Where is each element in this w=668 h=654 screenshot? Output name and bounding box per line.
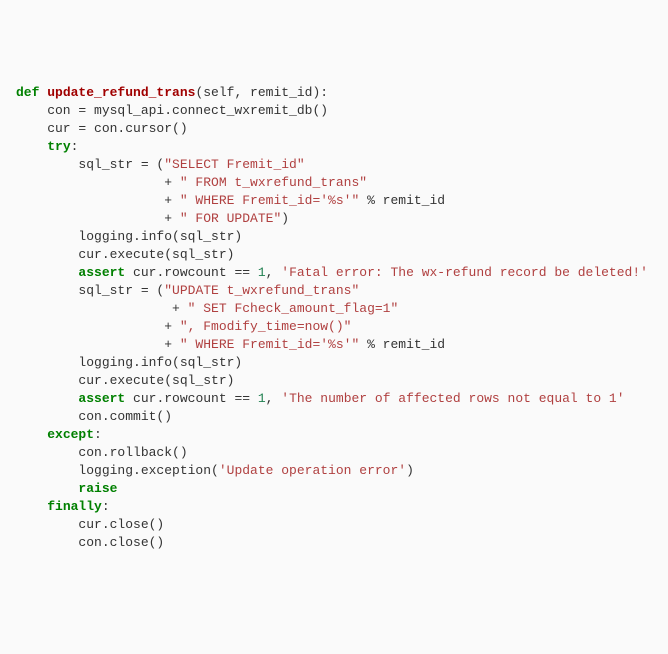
code-line: raise: [16, 480, 652, 498]
code-token: finally: [47, 499, 102, 514]
code-token: con.close(): [16, 535, 164, 550]
code-token: [16, 265, 78, 280]
code-token: +: [16, 193, 180, 208]
code-token: 'The number of affected rows not equal t…: [281, 391, 624, 406]
code-line: + " FROM t_wxrefund_trans": [16, 174, 652, 192]
code-token: 1: [258, 391, 266, 406]
code-line: try:: [16, 138, 652, 156]
code-token: con.commit(): [16, 409, 172, 424]
code-line: con.rollback(): [16, 444, 652, 462]
code-token: update_refund_trans: [47, 85, 195, 100]
code-token: [16, 139, 47, 154]
code-token: sql_str = (: [16, 157, 164, 172]
code-token: logging.info(sql_str): [16, 229, 242, 244]
code-token: :: [102, 499, 110, 514]
code-token: [16, 499, 47, 514]
code-line: finally:: [16, 498, 652, 516]
code-token: " WHERE Fremit_id='%s'": [180, 193, 359, 208]
code-token: % remit_id: [359, 193, 445, 208]
code-token: [16, 391, 78, 406]
code-token: " WHERE Fremit_id='%s'": [180, 337, 359, 352]
code-token: (self, remit_id):: [195, 85, 328, 100]
code-token: ", Fmodify_time=now()": [180, 319, 352, 334]
code-line: + " FOR UPDATE"): [16, 210, 652, 228]
code-token: cur.execute(sql_str): [16, 373, 234, 388]
code-token: try: [47, 139, 70, 154]
code-line: sql_str = ("SELECT Fremit_id": [16, 156, 652, 174]
code-token: cur.rowcount ==: [125, 391, 258, 406]
code-token: ): [281, 211, 289, 226]
code-token: raise: [78, 481, 117, 496]
code-line: logging.info(sql_str): [16, 228, 652, 246]
code-snippet: def update_refund_trans(self, remit_id):…: [16, 84, 652, 552]
code-token: assert: [78, 265, 125, 280]
code-token: "UPDATE t_wxrefund_trans": [164, 283, 359, 298]
code-token: except: [47, 427, 94, 442]
code-token: % remit_id: [359, 337, 445, 352]
code-token: ): [406, 463, 414, 478]
code-token: 'Fatal error: The wx-refund record be de…: [281, 265, 648, 280]
code-token: logging.exception(: [16, 463, 219, 478]
code-token: cur.close(): [16, 517, 164, 532]
code-token: +: [16, 175, 180, 190]
code-token: cur = con.cursor(): [16, 121, 188, 136]
code-token: "SELECT Fremit_id": [164, 157, 304, 172]
code-token: [16, 427, 47, 442]
code-line: con = mysql_api.connect_wxremit_db(): [16, 102, 652, 120]
code-line: + " WHERE Fremit_id='%s'" % remit_id: [16, 192, 652, 210]
code-token: logging.info(sql_str): [16, 355, 242, 370]
code-token: +: [16, 301, 188, 316]
code-line: con.commit(): [16, 408, 652, 426]
code-line: logging.info(sql_str): [16, 354, 652, 372]
code-line: cur.execute(sql_str): [16, 372, 652, 390]
code-line: cur.execute(sql_str): [16, 246, 652, 264]
code-line: cur = con.cursor(): [16, 120, 652, 138]
code-line: logging.exception('Update operation erro…: [16, 462, 652, 480]
code-token: con = mysql_api.connect_wxremit_db(): [16, 103, 328, 118]
code-token: assert: [78, 391, 125, 406]
code-token: ,: [266, 265, 282, 280]
code-line: assert cur.rowcount == 1, 'The number of…: [16, 390, 652, 408]
code-line: + " WHERE Fremit_id='%s'" % remit_id: [16, 336, 652, 354]
code-token: [16, 481, 78, 496]
code-token: :: [71, 139, 79, 154]
code-line: cur.close(): [16, 516, 652, 534]
code-token: con.rollback(): [16, 445, 188, 460]
code-token: +: [16, 337, 180, 352]
code-line: + " SET Fcheck_amount_flag=1": [16, 300, 652, 318]
code-token: :: [94, 427, 102, 442]
code-token: cur.rowcount ==: [125, 265, 258, 280]
code-token: " FROM t_wxrefund_trans": [180, 175, 367, 190]
code-token: ,: [266, 391, 282, 406]
code-token: 'Update operation error': [219, 463, 406, 478]
code-line: except:: [16, 426, 652, 444]
code-line: def update_refund_trans(self, remit_id):: [16, 84, 652, 102]
code-token: " SET Fcheck_amount_flag=1": [188, 301, 399, 316]
code-line: + ", Fmodify_time=now()": [16, 318, 652, 336]
code-line: con.close(): [16, 534, 652, 552]
code-line: assert cur.rowcount == 1, 'Fatal error: …: [16, 264, 652, 282]
code-token: +: [16, 211, 180, 226]
code-token: sql_str = (: [16, 283, 164, 298]
code-token: " FOR UPDATE": [180, 211, 281, 226]
code-line: sql_str = ("UPDATE t_wxrefund_trans": [16, 282, 652, 300]
code-token: def: [16, 85, 39, 100]
code-token: +: [16, 319, 180, 334]
code-token: cur.execute(sql_str): [16, 247, 234, 262]
code-token: 1: [258, 265, 266, 280]
